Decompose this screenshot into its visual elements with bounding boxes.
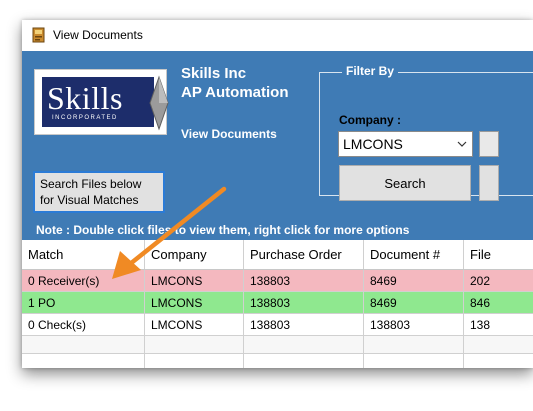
- diamond-icon: [149, 75, 169, 131]
- company-name: Skills Inc: [181, 65, 247, 82]
- company-select-value: LMCONS: [343, 136, 403, 152]
- app-icon: [32, 27, 45, 43]
- table-row[interactable]: 1 PO LMCONS 138803 8469 846: [22, 292, 533, 314]
- cell-file[interactable]: 846: [464, 292, 533, 313]
- cell-match[interactable]: 1 PO: [22, 292, 145, 313]
- header-panel: Skills INCORPORATED Skills Inc AP Automa…: [22, 51, 533, 240]
- grid-header-row: Match Company Purchase Order Document # …: [22, 240, 533, 270]
- cell-document-number[interactable]: 8469: [364, 270, 464, 291]
- title-bar: View Documents: [22, 20, 533, 51]
- filter-legend: Filter By: [342, 64, 399, 78]
- logo-subtitle: INCORPORATED: [52, 115, 118, 121]
- visual-match-line1: Search Files below: [40, 177, 142, 191]
- view-documents-label: View Documents: [181, 127, 277, 141]
- cell-match[interactable]: 0 Receiver(s): [22, 270, 145, 291]
- cell-purchase-order[interactable]: 138803: [244, 292, 364, 313]
- chevron-down-icon: [457, 141, 467, 147]
- column-header-purchase-order[interactable]: Purchase Order: [244, 240, 364, 269]
- cell-document-number[interactable]: 8469: [364, 292, 464, 313]
- cell-file[interactable]: 202: [464, 270, 533, 291]
- table-row[interactable]: 0 Check(s) LMCONS 138803 138803 138: [22, 314, 533, 336]
- column-header-match[interactable]: Match: [22, 240, 145, 269]
- visual-match-button[interactable]: Search Files below for Visual Matches: [33, 171, 165, 213]
- documents-grid[interactable]: Match Company Purchase Order Document # …: [22, 240, 533, 368]
- window-title: View Documents: [53, 28, 143, 42]
- empty-row: [22, 336, 533, 354]
- company-label: Company :: [339, 113, 402, 127]
- column-header-file[interactable]: File: [464, 240, 533, 269]
- product-name: AP Automation: [181, 84, 289, 101]
- search-button[interactable]: Search: [339, 165, 471, 201]
- cell-company[interactable]: LMCONS: [145, 314, 244, 335]
- column-header-company[interactable]: Company: [145, 240, 244, 269]
- filter-button-partial[interactable]: [479, 165, 499, 201]
- view-documents-window: View Documents Skills INCORPORATED Skill…: [22, 20, 533, 368]
- logo-word: Skills: [47, 80, 123, 116]
- cell-document-number[interactable]: 138803: [364, 314, 464, 335]
- visual-match-line2: for Visual Matches: [40, 193, 139, 207]
- cell-purchase-order[interactable]: 138803: [244, 314, 364, 335]
- empty-row: [22, 354, 533, 368]
- skills-logo: Skills INCORPORATED: [34, 69, 169, 135]
- cell-company[interactable]: LMCONS: [145, 270, 244, 291]
- table-row[interactable]: 0 Receiver(s) LMCONS 138803 8469 202: [22, 270, 533, 292]
- cell-purchase-order[interactable]: 138803: [244, 270, 364, 291]
- filter-control-partial[interactable]: [479, 131, 499, 157]
- instruction-note: Note : Double click files to view them, …: [36, 223, 410, 237]
- cell-company[interactable]: LMCONS: [145, 292, 244, 313]
- cell-file[interactable]: 138: [464, 314, 533, 335]
- column-header-document-number[interactable]: Document #: [364, 240, 464, 269]
- cell-match[interactable]: 0 Check(s): [22, 314, 145, 335]
- company-select[interactable]: LMCONS: [338, 131, 473, 157]
